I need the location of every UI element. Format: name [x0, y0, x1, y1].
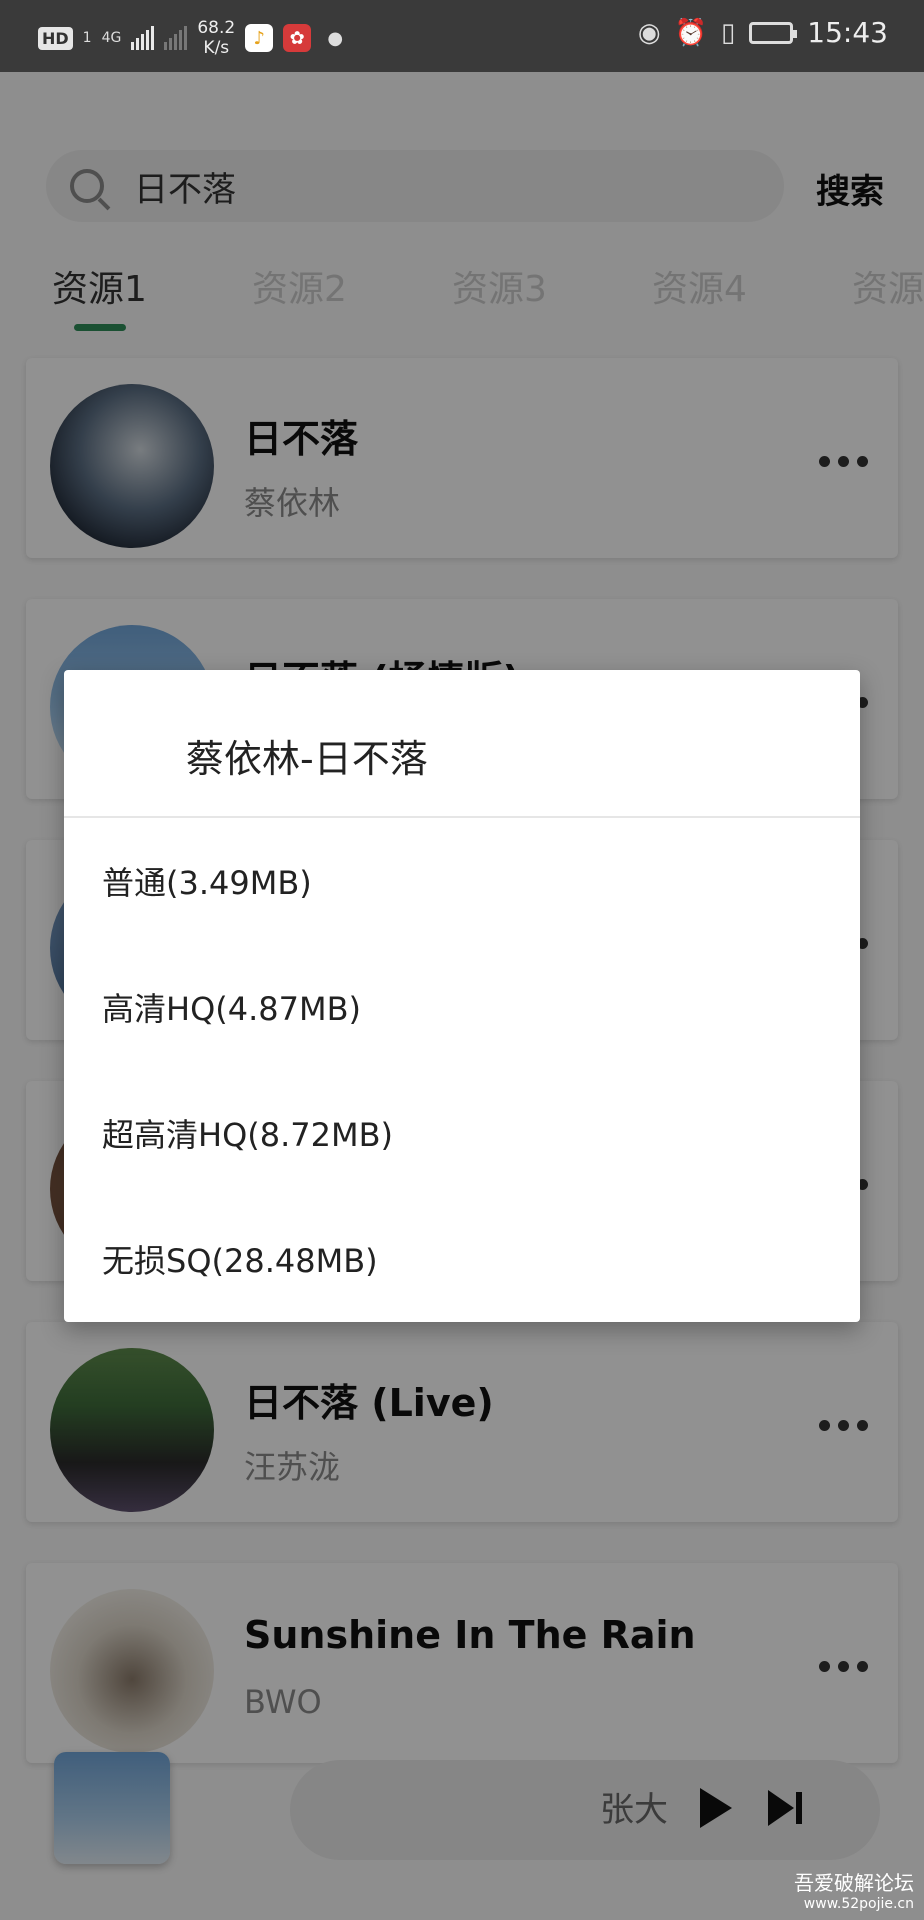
alarm-icon: ⏰: [674, 17, 707, 48]
eye-icon: ◉: [637, 17, 661, 48]
status-right: ◉ ⏰ ▯ 15:43: [638, 16, 888, 49]
speed-value: 68.2: [197, 18, 236, 38]
signal-icon: [131, 26, 155, 50]
app-notification-icon: ♪: [245, 24, 274, 52]
network-type: 4G: [101, 30, 122, 46]
option-hq[interactable]: 高清HQ(4.87MB): [102, 984, 361, 1030]
option-lossless-sq[interactable]: 无损SQ(28.48MB): [102, 1236, 378, 1282]
quality-dialog: 蔡依林-日不落 普通(3.49MB) 高清HQ(4.87MB) 超高清HQ(8.…: [64, 670, 860, 1322]
vibrate-icon: ▯: [720, 17, 736, 48]
hd-badge: HD: [38, 26, 73, 50]
sim-indicator: 1: [82, 30, 92, 46]
hd-label: HD: [42, 28, 69, 48]
speed-unit: K/s: [203, 38, 230, 58]
wechat-icon: ●: [327, 27, 344, 49]
watermark: 吾爱破解论坛 www.52pojie.cn: [794, 1867, 914, 1912]
watermark-name: 吾爱破解论坛: [794, 1871, 914, 1895]
dialog-title: 蔡依林-日不落: [186, 737, 428, 781]
network-speed: 68.2 K/s: [197, 18, 235, 58]
lotus-app-icon: ✿: [283, 24, 312, 52]
dialog-divider: [64, 816, 860, 818]
option-super-hq[interactable]: 超高清HQ(8.72MB): [102, 1110, 393, 1156]
battery-icon: [749, 21, 798, 44]
option-standard[interactable]: 普通(3.49MB): [102, 858, 312, 904]
watermark-url: www.52pojie.cn: [803, 1896, 914, 1912]
status-left: HD 1 4G 68.2 K/s ♪ ✿ ●: [38, 18, 349, 58]
status-bar: HD 1 4G 68.2 K/s ♪ ✿ ● ◉ ⏰ ▯ 15:43: [0, 0, 924, 72]
clock: 15:43: [807, 16, 888, 49]
signal-2-icon: [164, 26, 188, 50]
